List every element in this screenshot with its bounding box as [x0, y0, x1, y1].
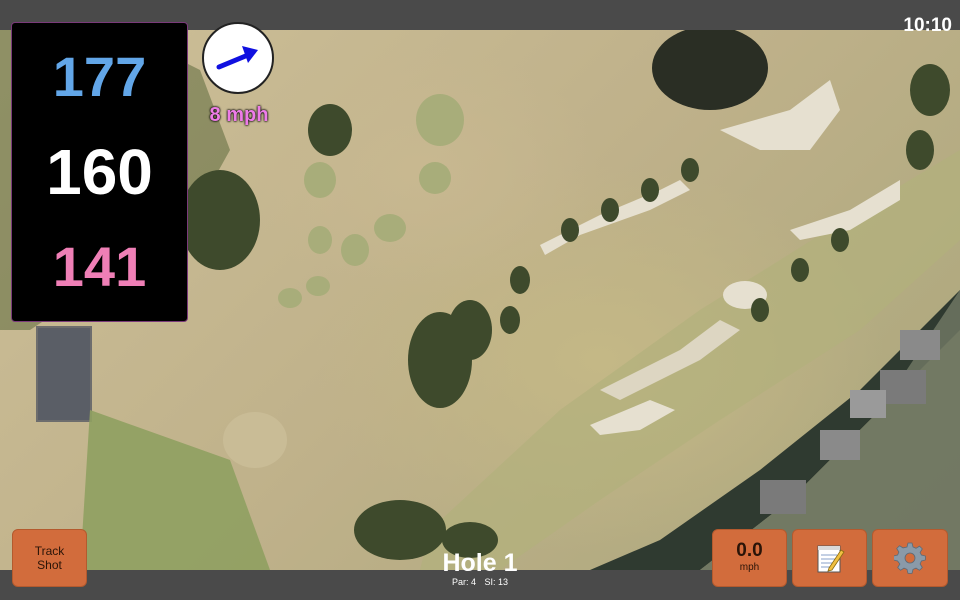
middle-distance: 160 [46, 135, 153, 208]
front-distance: 141 [52, 235, 147, 299]
notes-button[interactable] [792, 529, 867, 587]
track-shot-button[interactable]: Track Shot [12, 529, 87, 587]
speed-value: 0.0 [736, 540, 763, 561]
wind-direction-indicator [202, 22, 274, 94]
gear-icon [894, 542, 926, 574]
hole-title: Hole 1 [442, 549, 518, 577]
track-shot-label-line1: Track [34, 544, 65, 558]
hole-stroke-index: SI: 13 [484, 577, 509, 587]
wind-arrow-icon [216, 46, 258, 70]
hole-info: Par: 4 SI: 13 [400, 577, 560, 587]
track-shot-label-line2: Shot [37, 558, 62, 572]
speed-button[interactable]: 0.0 mph [712, 529, 787, 587]
speed-unit: mph [739, 562, 760, 573]
wind-speed-label: 8 mph [209, 104, 269, 126]
distance-panel: 177 160 141 [11, 22, 188, 322]
notepad-icon [817, 545, 845, 573]
clock-time: 10:10 [903, 15, 952, 36]
hole-par: Par: 4 [451, 577, 476, 587]
back-distance: 177 [52, 44, 147, 108]
settings-button[interactable] [872, 529, 948, 587]
